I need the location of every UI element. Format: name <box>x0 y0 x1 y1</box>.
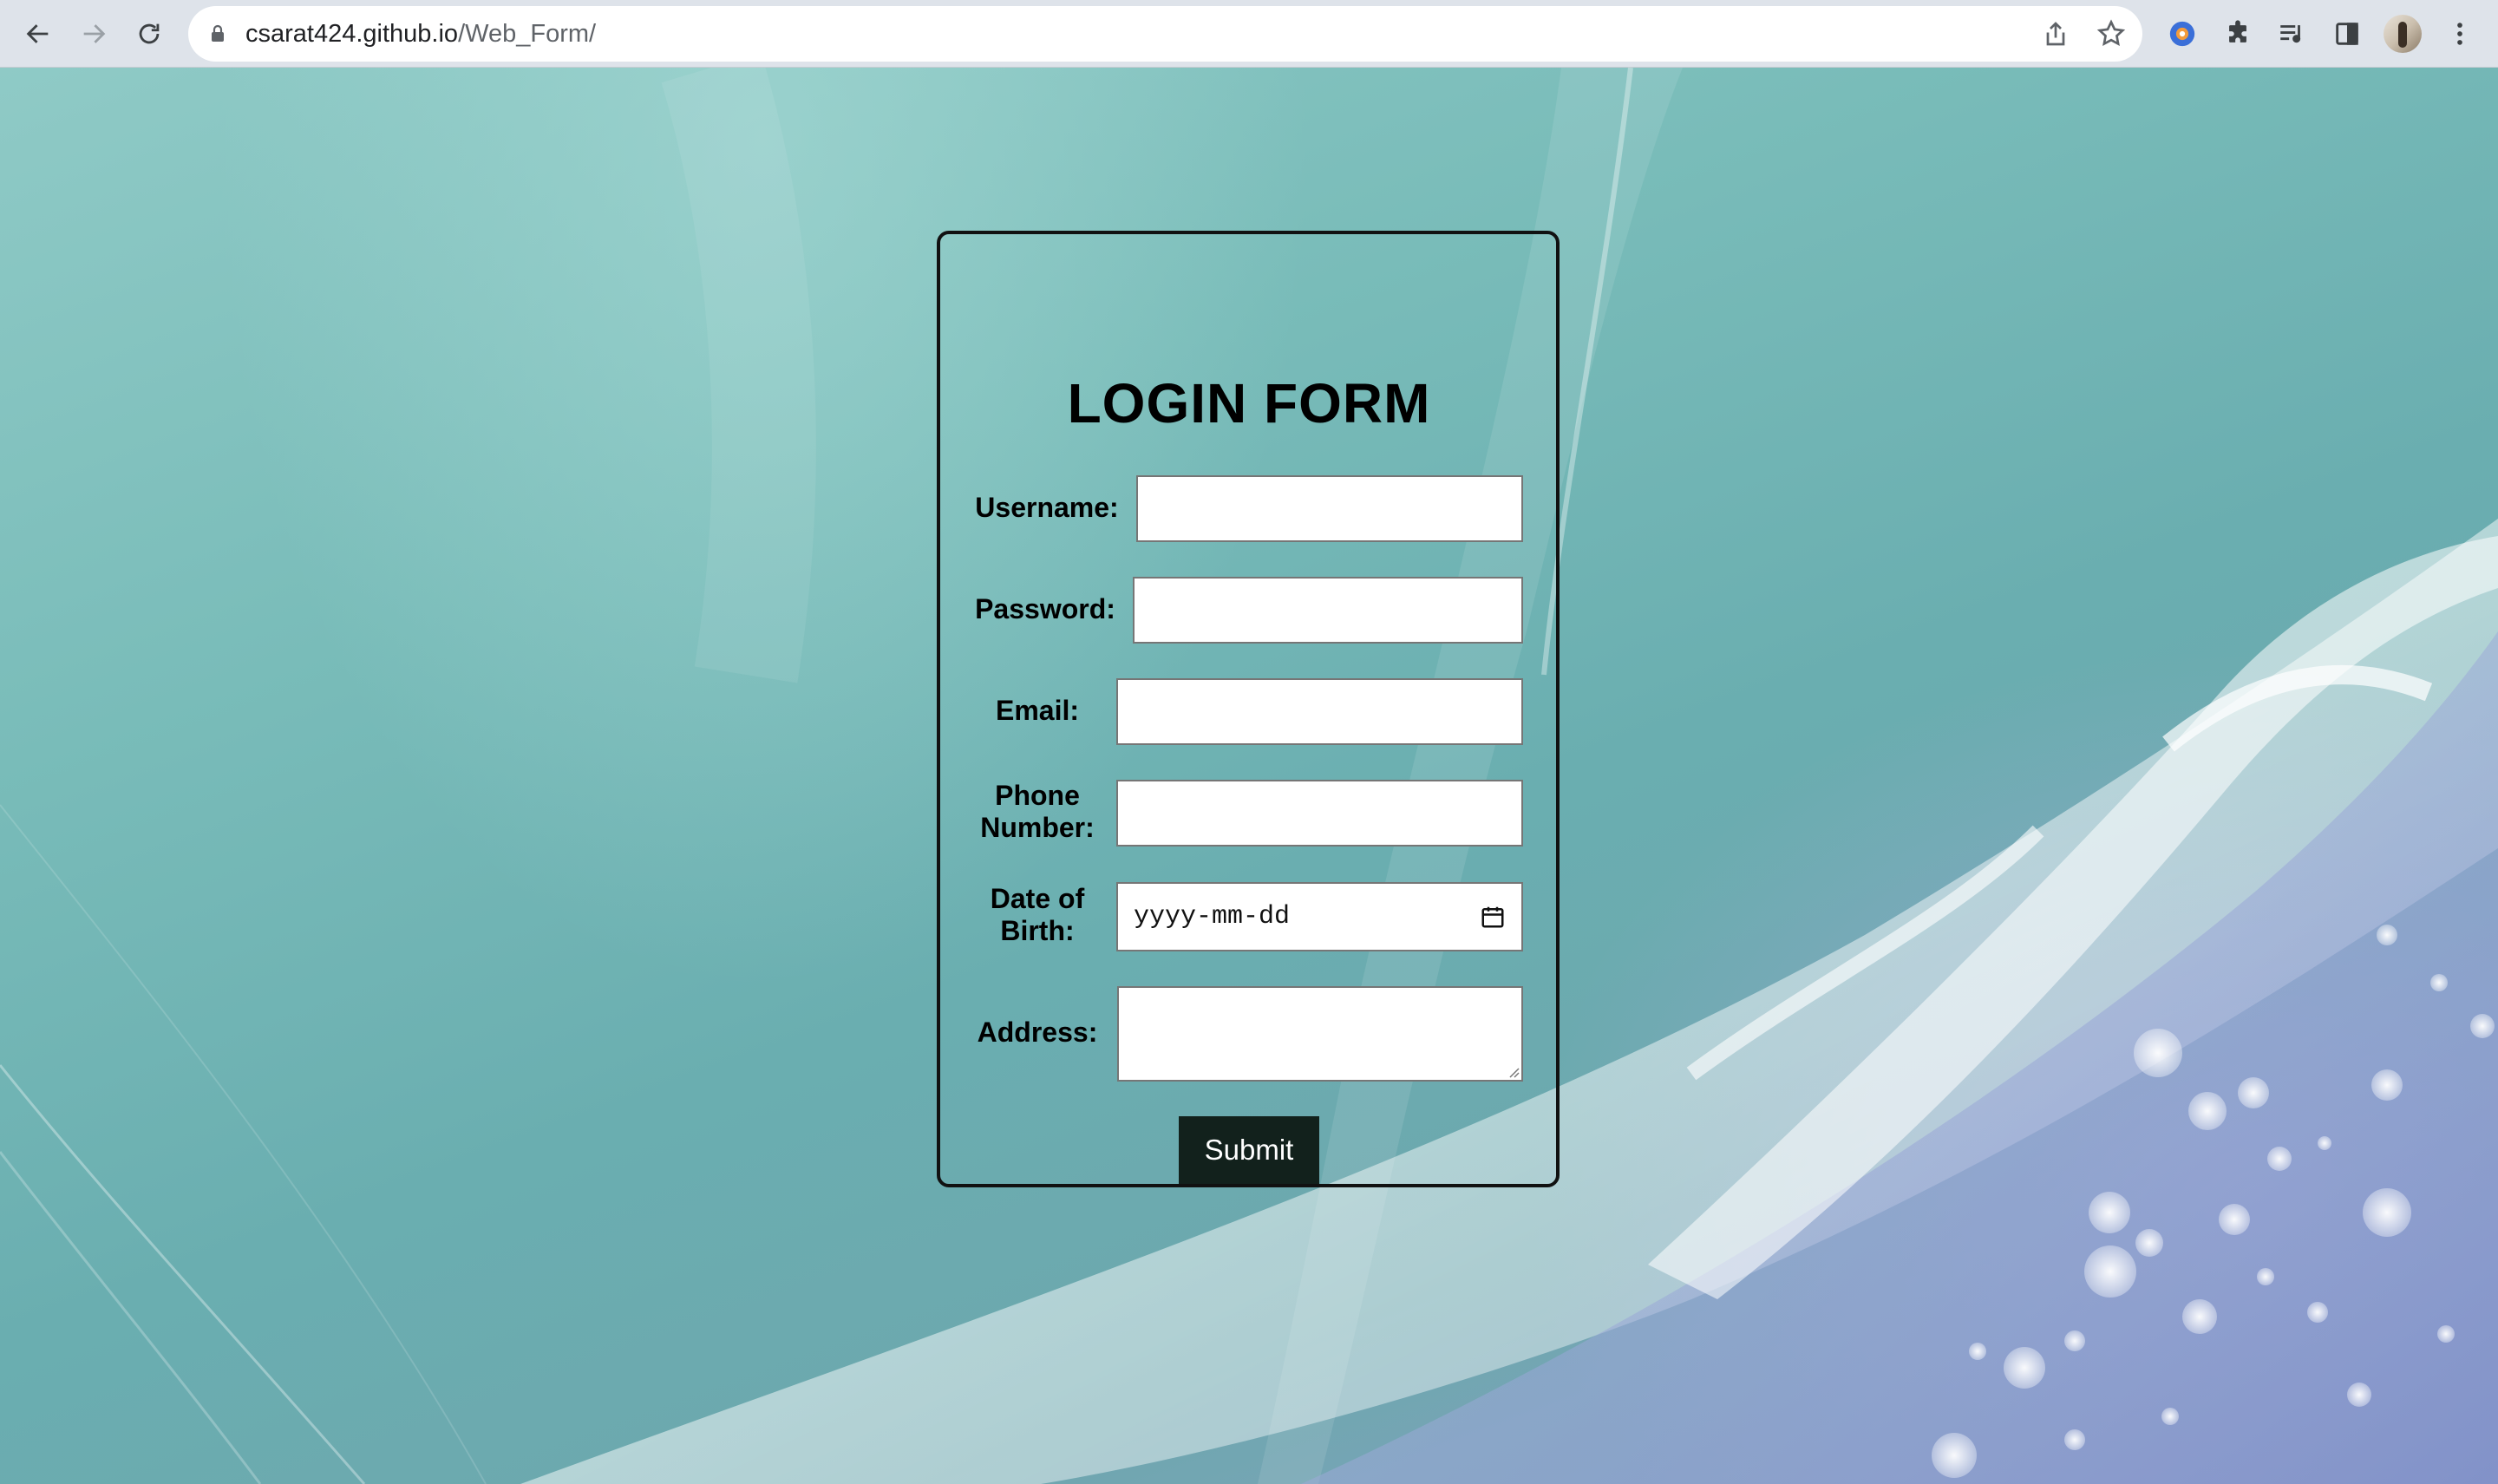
media-queue-icon[interactable] <box>2273 16 2310 52</box>
side-panel-icon[interactable] <box>2329 16 2365 52</box>
email-label-text: Email: <box>995 695 1080 726</box>
calendar-icon[interactable] <box>1480 904 1506 930</box>
dob-label-line2: Birth: <box>1000 915 1075 946</box>
password-input[interactable] <box>1133 577 1523 644</box>
url-path: /Web_Form/ <box>458 20 597 48</box>
dob-input[interactable]: yyyy-mm-dd <box>1116 882 1523 951</box>
password-label: Password: <box>954 593 1136 625</box>
url-host: csarat424.github.io <box>245 20 459 48</box>
browser-toolbar: csarat424.github.io/Web_Form/ <box>0 0 2498 68</box>
phone-label-line1: Phone <box>995 780 1080 811</box>
password-label-text: Password: <box>975 593 1115 624</box>
avatar[interactable] <box>2384 15 2422 53</box>
url-text: csarat424.github.io/Web_Form/ <box>245 6 596 62</box>
submit-button[interactable]: Submit <box>1179 1116 1319 1184</box>
phone-input[interactable] <box>1116 780 1523 847</box>
dob-label: Date of Birth: <box>954 883 1121 947</box>
dob-label-line1: Date of <box>990 883 1085 914</box>
forward-button[interactable] <box>73 13 114 55</box>
phone-label: Phone Number: <box>954 780 1121 844</box>
email-label: Email: <box>954 695 1121 727</box>
circle-extension-icon[interactable] <box>2164 16 2200 52</box>
puzzle-icon[interactable] <box>2220 16 2256 52</box>
username-label-text: Username: <box>975 492 1119 523</box>
arrow-right-icon <box>83 24 106 43</box>
dob-placeholder: yyyy-mm-dd <box>1134 902 1291 932</box>
address-label: Address: <box>954 1017 1121 1049</box>
share-icon[interactable] <box>2040 18 2071 49</box>
email-input[interactable] <box>1116 678 1523 745</box>
form-title: LOGIN FORM <box>1067 372 1431 435</box>
reload-button[interactable] <box>128 13 170 55</box>
back-button[interactable] <box>17 13 59 55</box>
address-label-text: Address: <box>977 1017 1098 1048</box>
reload-icon <box>139 23 160 44</box>
kebab-menu-icon[interactable] <box>2442 16 2478 52</box>
resize-grip-icon[interactable] <box>1506 1064 1520 1078</box>
address-textarea[interactable] <box>1117 986 1523 1082</box>
phone-label-line2: Number: <box>980 812 1095 843</box>
lock-icon <box>212 24 224 42</box>
star-icon[interactable] <box>2096 18 2127 49</box>
username-label: Username: <box>954 492 1140 524</box>
arrow-left-icon <box>26 24 49 43</box>
address-bar[interactable]: csarat424.github.io/Web_Form/ <box>188 6 2142 62</box>
username-input[interactable] <box>1136 475 1523 542</box>
